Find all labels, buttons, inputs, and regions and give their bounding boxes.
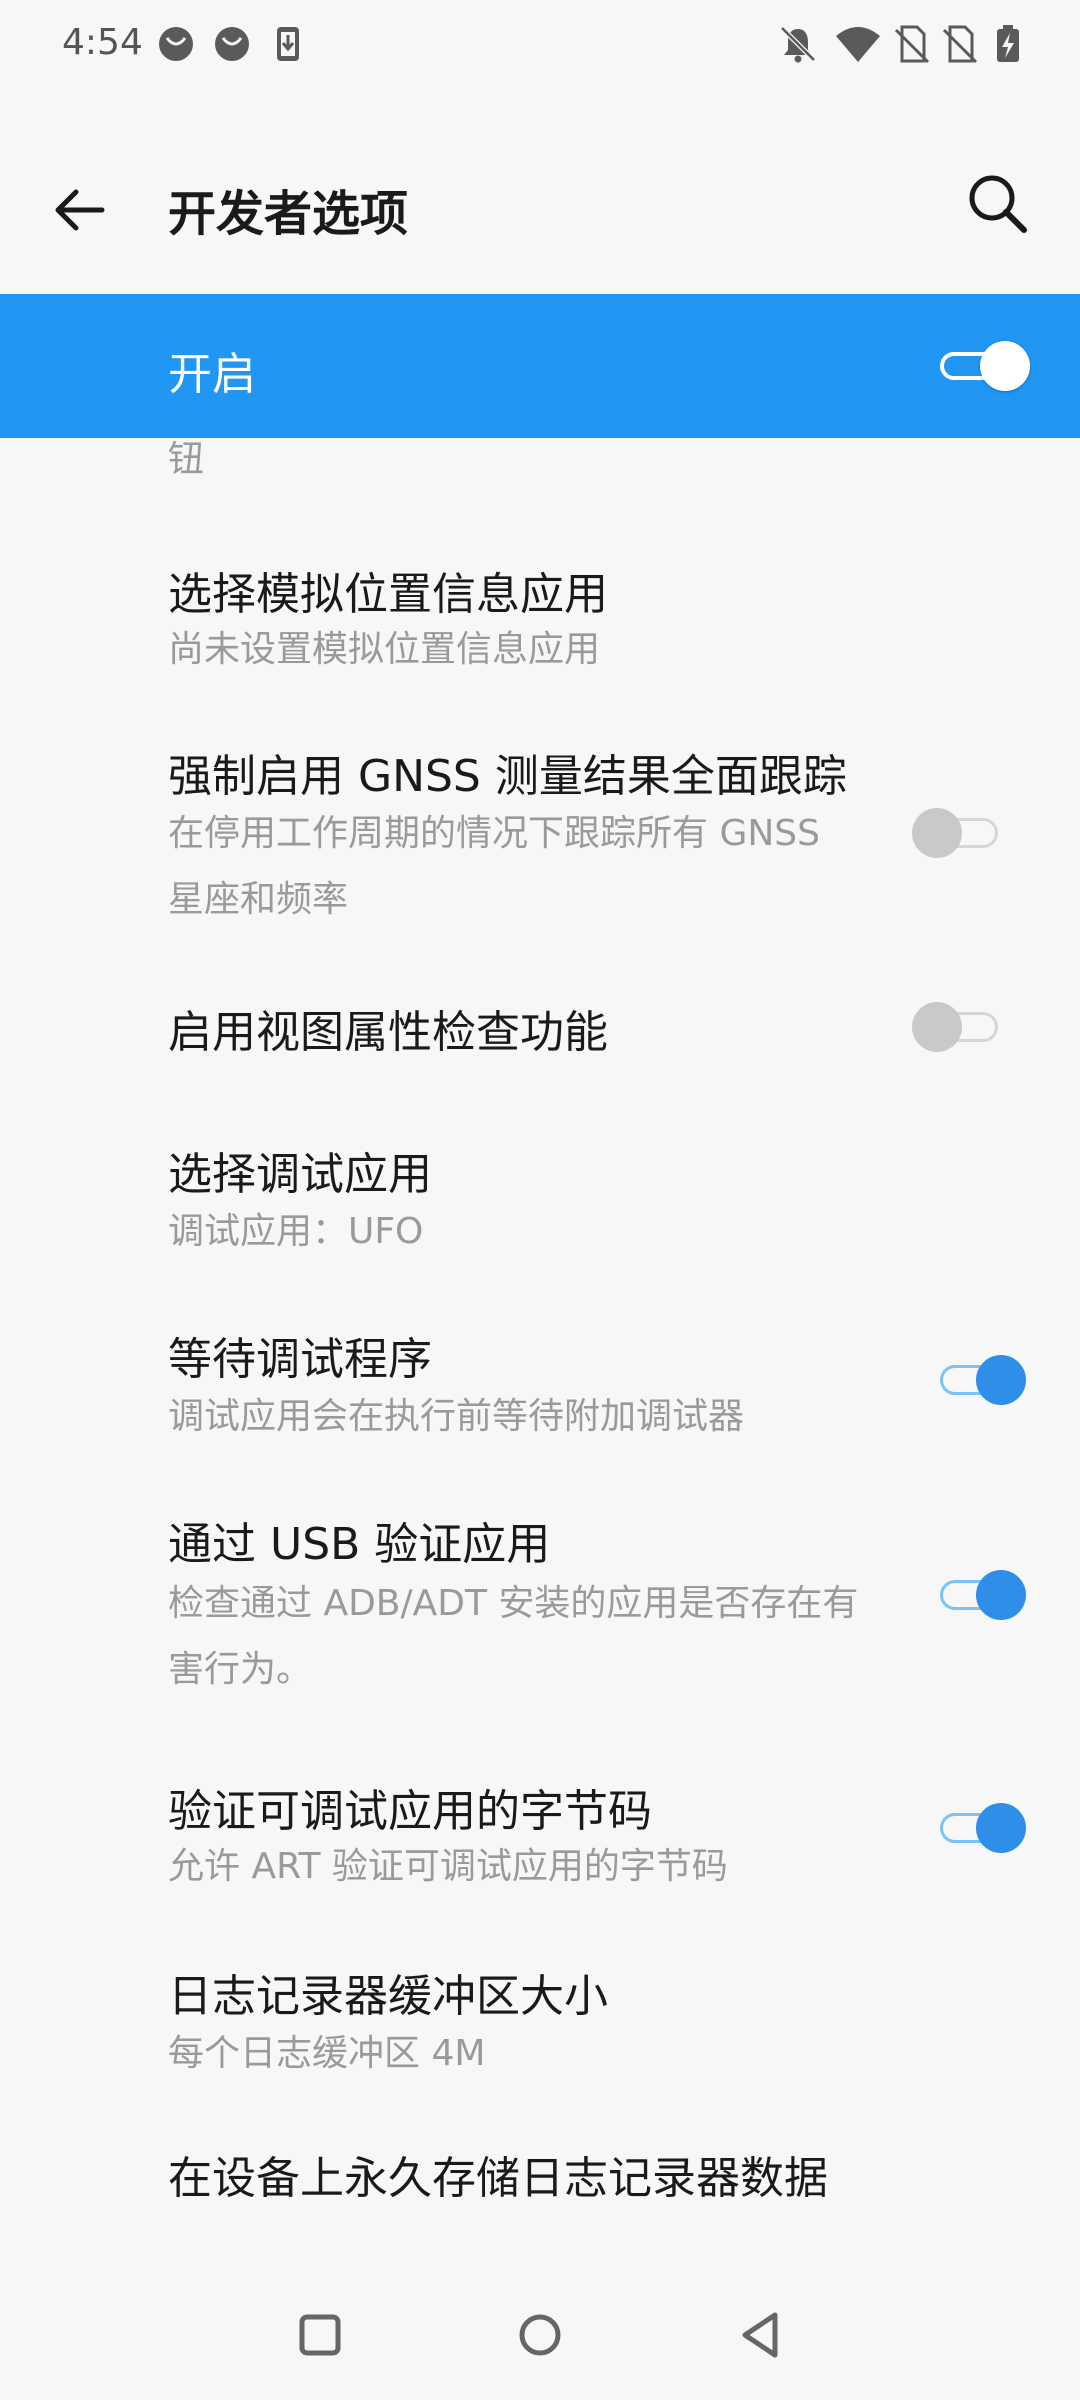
list-item-gnss-tracking[interactable]: 强制启用 GNSS 测量结果全面跟踪 在停用工作周期的情况下跟踪所有 GNSS … bbox=[0, 720, 1080, 930]
list-item-select-debug-app[interactable]: 选择调试应用 调试应用：UFO bbox=[0, 1120, 1080, 1270]
page-title: 开发者选项 bbox=[168, 186, 409, 242]
list-item-title: 日志记录器缓冲区大小 bbox=[168, 1971, 608, 2022]
no-sim-icon bbox=[894, 25, 930, 64]
list-item-wait-for-debugger[interactable]: 等待调试程序 调试应用会在执行前等待附加调试器 bbox=[0, 1305, 1080, 1455]
list-item-verify-bytecode[interactable]: 验证可调试应用的字节码 允许 ART 验证可调试应用的字节码 bbox=[0, 1765, 1080, 1915]
list-item-subtitle: 调试应用会在执行前等待附加调试器 bbox=[168, 1396, 745, 1437]
app-notification-icon bbox=[159, 27, 193, 61]
bell-muted-icon bbox=[780, 26, 816, 63]
list-item-mock-location-app[interactable]: 选择模拟位置信息应用 尚未设置模拟位置信息应用 bbox=[0, 540, 1080, 690]
wait-for-debugger-toggle[interactable] bbox=[934, 1347, 1026, 1411]
list-item-subtitle: 检查通过 ADB/ADT 安装的应用是否存在有 bbox=[168, 1583, 859, 1624]
switch-knob bbox=[976, 1355, 1026, 1405]
list-item-title: 通过 USB 验证应用 bbox=[168, 1519, 551, 1570]
back-triangle-icon[interactable] bbox=[725, 2300, 795, 2370]
list-item-subtitle: 允许 ART 验证可调试应用的字节码 bbox=[168, 1846, 728, 1887]
home-circle-icon[interactable] bbox=[505, 2300, 575, 2370]
view-attribute-toggle[interactable] bbox=[912, 994, 1004, 1058]
list-item-subtitle: 调试应用：UFO bbox=[168, 1211, 424, 1252]
clipped-subtitle: 钮 bbox=[168, 439, 205, 480]
list-item-title: 启用视图属性检查功能 bbox=[168, 1007, 608, 1058]
switch-knob bbox=[976, 1803, 1026, 1853]
battery-charging-icon bbox=[997, 25, 1019, 62]
switch-knob bbox=[976, 1570, 1026, 1620]
wifi-icon bbox=[836, 27, 880, 62]
list-item-subtitle-line2: 害行为。 bbox=[168, 1649, 313, 1690]
switch-knob bbox=[912, 808, 962, 858]
list-item-title: 在设备上永久存储日志记录器数据 bbox=[168, 2153, 828, 2204]
list-item-verify-apps-over-usb[interactable]: 通过 USB 验证应用 检查通过 ADB/ADT 安装的应用是否存在有 害行为。 bbox=[0, 1490, 1080, 1700]
list-item-persist-logger-data[interactable]: 在设备上永久存储日志记录器数据 bbox=[0, 2130, 1080, 2250]
status-time: 4:54 bbox=[62, 22, 143, 63]
arrow-left-icon[interactable] bbox=[40, 170, 120, 250]
recents-square-icon[interactable] bbox=[285, 2300, 355, 2370]
list-item-title: 强制启用 GNSS 测量结果全面跟踪 bbox=[168, 751, 847, 802]
switch-knob bbox=[980, 341, 1030, 391]
list-item-title: 验证可调试应用的字节码 bbox=[168, 1786, 652, 1837]
search-icon[interactable] bbox=[960, 166, 1040, 246]
list-item-view-attribute-inspection[interactable]: 启用视图属性检查功能 bbox=[0, 970, 1080, 1090]
master-switch[interactable] bbox=[940, 336, 1036, 396]
app-bar: 开发者选项 bbox=[0, 140, 1080, 270]
list-item-title: 等待调试程序 bbox=[168, 1334, 432, 1385]
no-sim-icon bbox=[942, 25, 978, 64]
download-icon bbox=[277, 27, 299, 61]
list-item-subtitle: 在停用工作周期的情况下跟踪所有 GNSS bbox=[168, 813, 820, 854]
list-item-subtitle: 每个日志缓冲区 4M bbox=[168, 2033, 486, 2074]
verify-bytecode-toggle[interactable] bbox=[934, 1795, 1026, 1859]
list-item-logger-buffer-size[interactable]: 日志记录器缓冲区大小 每个日志缓冲区 4M bbox=[0, 1950, 1080, 2100]
status-bar: 4:54 bbox=[0, 0, 1080, 92]
list-item-title: 选择调试应用 bbox=[168, 1149, 432, 1200]
list-item-title: 选择模拟位置信息应用 bbox=[168, 569, 608, 620]
navigation-bar bbox=[0, 2270, 1080, 2400]
list-item-subtitle: 尚未设置模拟位置信息应用 bbox=[168, 629, 601, 670]
master-switch-label: 开启 bbox=[168, 349, 256, 400]
developer-options-master-bar[interactable]: 开启 bbox=[0, 294, 1080, 438]
app-notification-icon bbox=[215, 27, 249, 61]
gnss-tracking-toggle[interactable] bbox=[912, 800, 1004, 864]
verify-apps-usb-toggle[interactable] bbox=[934, 1562, 1026, 1626]
switch-knob bbox=[912, 1002, 962, 1052]
list-item-subtitle-line2: 星座和频率 bbox=[168, 879, 349, 920]
